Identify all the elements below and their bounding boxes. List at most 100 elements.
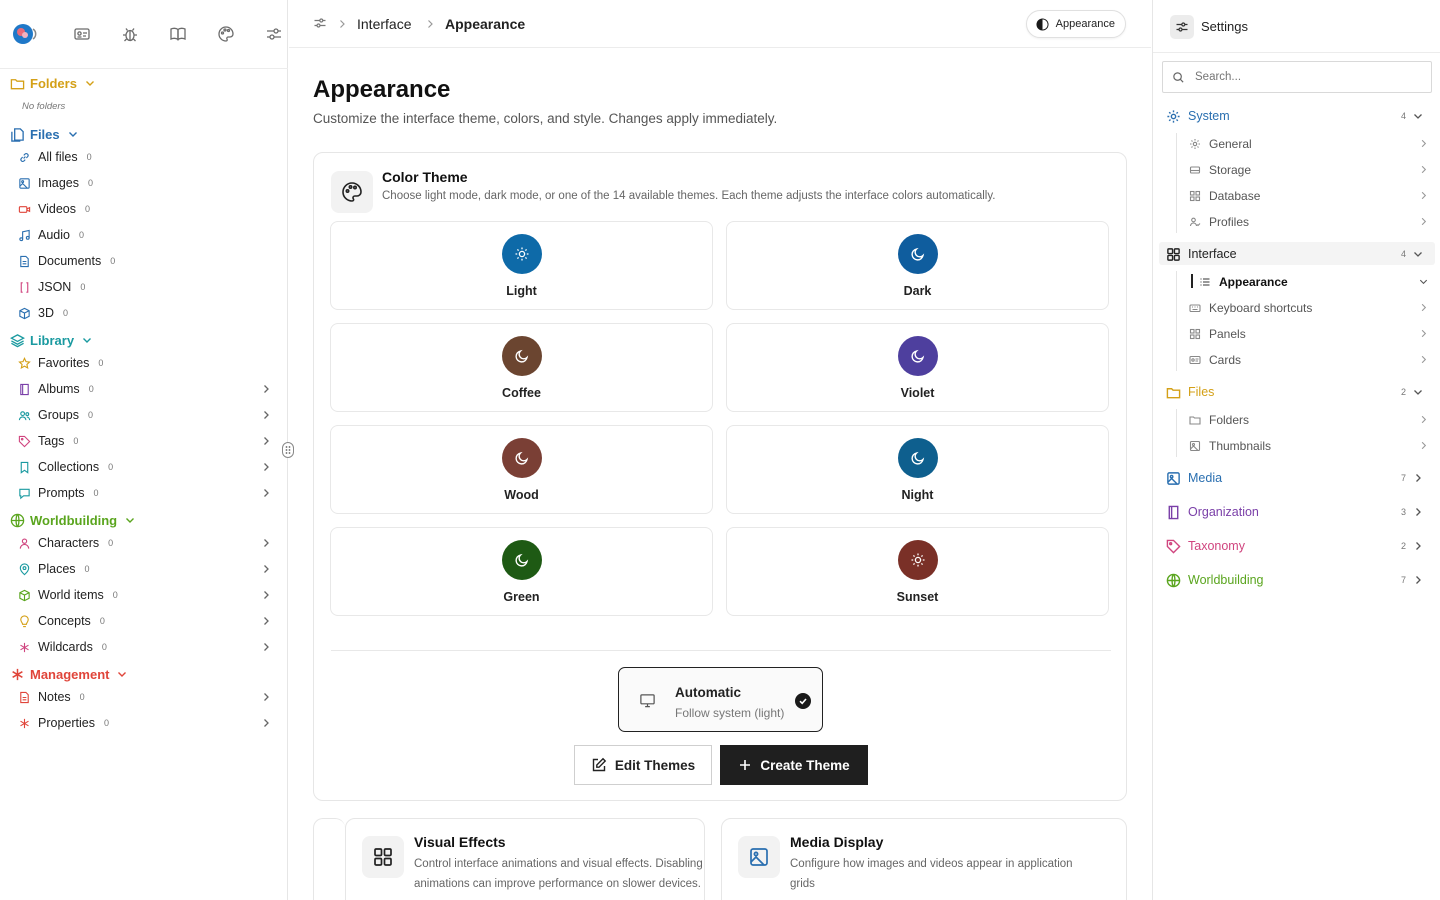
chevron-right-icon[interactable] xyxy=(260,435,272,447)
chevron-right-icon[interactable] xyxy=(260,717,272,729)
section-folders[interactable]: Folders xyxy=(10,74,96,92)
sidebar-item-places[interactable]: Places 0 xyxy=(18,559,272,579)
sidebar-item-3d[interactable]: 3D 0 xyxy=(18,303,272,323)
sidebar-item-favorites[interactable]: Favorites 0 xyxy=(18,353,272,373)
chevron-right-icon[interactable] xyxy=(260,487,272,499)
automatic-theme-option[interactable]: Automatic Follow system (light) xyxy=(618,667,823,732)
moon-icon xyxy=(898,438,938,478)
settings-section-media[interactable]: Media 7 xyxy=(1166,468,1436,488)
theme-option-violet[interactable]: Violet xyxy=(726,323,1109,412)
chevron-right-icon[interactable] xyxy=(260,563,272,575)
section-worldbuilding[interactable]: Worldbuilding xyxy=(10,511,136,529)
sidebar-item-audio[interactable]: Audio 0 xyxy=(18,225,272,245)
settings-item-keyboard-shortcuts[interactable]: Keyboard shortcuts xyxy=(1189,298,1429,318)
chevron-right-icon[interactable] xyxy=(260,641,272,653)
appearance-pill-button[interactable]: Appearance xyxy=(1025,10,1126,38)
chevron-right-icon[interactable] xyxy=(260,461,272,473)
hard-drive-icon xyxy=(1189,166,1201,174)
sidebar-item-label: JSON xyxy=(38,280,72,294)
sidebar-item-concepts[interactable]: Concepts 0 xyxy=(18,611,272,631)
layers-icon xyxy=(10,333,25,347)
theme-option-green[interactable]: Green xyxy=(330,527,713,616)
color-theme-card: Color Theme Choose light mode, dark mode… xyxy=(313,152,1127,801)
sidebar-item-properties[interactable]: Properties 0 xyxy=(18,713,272,733)
edit-themes-button[interactable]: Edit Themes xyxy=(574,745,712,785)
theme-option-dark[interactable]: Dark xyxy=(726,221,1109,310)
theme-option-coffee[interactable]: Coffee xyxy=(330,323,713,412)
sidebar-item-images[interactable]: Images 0 xyxy=(18,173,272,193)
section-count: 2 xyxy=(1400,541,1406,551)
settings-section-files[interactable]: Files 2 xyxy=(1166,382,1436,402)
app-logo-icon[interactable] xyxy=(12,23,40,45)
link-icon xyxy=(20,152,29,162)
chevron-right-icon[interactable] xyxy=(260,589,272,601)
sidebar-item-all-files[interactable]: All files 0 xyxy=(18,147,272,167)
bug-icon[interactable] xyxy=(120,24,140,44)
settings-item-profiles[interactable]: Profiles xyxy=(1189,212,1429,232)
settings-item-folders[interactable]: Folders xyxy=(1189,410,1429,430)
settings-item-general[interactable]: General xyxy=(1189,134,1429,154)
settings-item-storage[interactable]: Storage xyxy=(1189,160,1429,180)
media-display-description: Configure how images and videos appear i… xyxy=(790,858,1073,890)
sidebar-item-albums[interactable]: Albums 0 xyxy=(18,379,272,399)
settings-item-database[interactable]: Database xyxy=(1189,186,1429,206)
sidebar-item-groups[interactable]: Groups 0 xyxy=(18,405,272,425)
sidebar-item-tags[interactable]: Tags 0 xyxy=(18,431,272,451)
theme-option-sunset[interactable]: Sunset xyxy=(726,527,1109,616)
sidebar-item-json[interactable]: JSON 0 xyxy=(18,277,272,297)
theme-option-light[interactable]: Light xyxy=(330,221,713,310)
chevron-right-icon[interactable] xyxy=(260,615,272,627)
create-theme-button[interactable]: Create Theme xyxy=(720,745,868,785)
theme-option-wood[interactable]: Wood xyxy=(330,425,713,514)
plus-icon xyxy=(740,760,751,770)
sidebar-item-wildcards[interactable]: Wildcards 0 xyxy=(18,637,272,657)
item-count: 0 xyxy=(88,384,94,394)
settings-item-thumbnails[interactable]: Thumbnails xyxy=(1189,436,1429,456)
id-card-icon[interactable] xyxy=(72,24,92,44)
chevron-down-icon xyxy=(83,338,92,343)
settings-item-panels[interactable]: Panels xyxy=(1189,324,1429,344)
chevron-right-icon[interactable] xyxy=(260,691,272,703)
sidebar-item-prompts[interactable]: Prompts 0 xyxy=(18,483,272,503)
settings-item-appearance[interactable]: Appearance xyxy=(1199,272,1429,292)
sidebar-item-collections[interactable]: Collections 0 xyxy=(18,457,272,477)
settings-search[interactable] xyxy=(1162,61,1432,93)
sidebar-item-label: Images xyxy=(38,176,79,190)
settings-section-taxonomy[interactable]: Taxonomy 2 xyxy=(1166,536,1436,556)
book-icon[interactable] xyxy=(168,24,188,44)
theme-option-night[interactable]: Night xyxy=(726,425,1109,514)
breadcrumb-parent[interactable]: Interface xyxy=(357,16,411,32)
visual-effects-card[interactable]: Visual Effects Control interface animati… xyxy=(345,818,705,900)
chevron-right-icon[interactable] xyxy=(260,383,272,395)
chevron-right-icon xyxy=(1421,191,1427,200)
section-library[interactable]: Library xyxy=(10,331,93,349)
chevron-right-icon[interactable] xyxy=(260,409,272,421)
chevron-right-icon[interactable] xyxy=(260,537,272,549)
sidebar-item-label: Groups xyxy=(38,408,79,422)
sidebar-item-label: Prompts xyxy=(38,486,85,500)
settings-section-organization[interactable]: Organization 3 xyxy=(1166,502,1436,522)
settings-section-worldbuilding[interactable]: Worldbuilding 7 xyxy=(1166,570,1436,590)
sidebar-item-notes[interactable]: Notes 0 xyxy=(18,687,272,707)
sidebar-item-characters[interactable]: Characters 0 xyxy=(18,533,272,553)
palette-icon[interactable] xyxy=(216,24,236,44)
search-input[interactable] xyxy=(1195,71,1425,83)
settings-item-cards[interactable]: Cards xyxy=(1189,350,1429,370)
section-library-label: Library xyxy=(30,332,75,348)
sidebar-item-world-items[interactable]: World items 0 xyxy=(18,585,272,605)
settings-section-interface[interactable]: Interface 4 xyxy=(1166,244,1436,264)
settings-sidebar: Settings System 4 General Storage Databa… xyxy=(1152,0,1440,900)
automatic-subtitle: Follow system (light) xyxy=(675,706,785,720)
section-management[interactable]: Management xyxy=(10,665,128,683)
sidebar-item-label: Places xyxy=(38,562,76,576)
settings-section-system[interactable]: System 4 xyxy=(1166,106,1436,126)
sliders-icon[interactable] xyxy=(264,24,284,44)
sliders-icon xyxy=(1170,15,1194,39)
sliders-icon[interactable] xyxy=(313,16,327,30)
item-count: 0 xyxy=(85,204,91,214)
video-icon xyxy=(18,205,31,213)
sidebar-item-videos[interactable]: Videos 0 xyxy=(18,199,272,219)
section-files[interactable]: Files xyxy=(10,125,79,143)
media-display-card[interactable]: Media Display Configure how images and v… xyxy=(721,818,1127,900)
sidebar-item-documents[interactable]: Documents 0 xyxy=(18,251,272,271)
